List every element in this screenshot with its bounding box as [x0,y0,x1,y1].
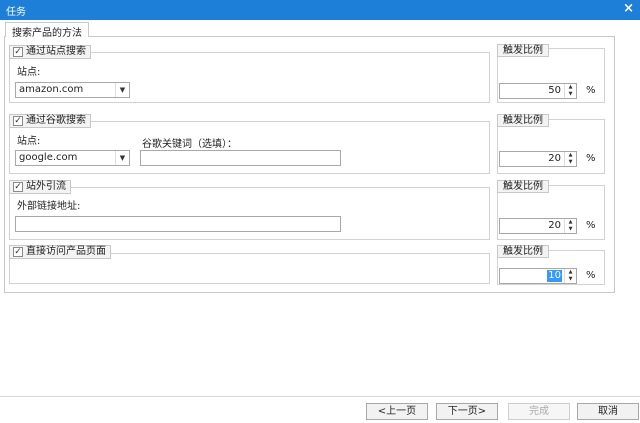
external-url-input[interactable] [15,216,341,232]
site-select[interactable]: amazon.com ▼ [15,82,130,98]
group-direct-visit-header[interactable]: ✓ 直接访问产品页面 [9,245,111,259]
chevron-down-icon[interactable]: ▼ [115,151,129,165]
finish-button[interactable]: 完成 [508,403,570,420]
ratio-unit-3: % [586,220,596,231]
group-site-search-label: 通过站点搜索 [26,46,86,57]
chevron-down-icon[interactable]: ▼ [565,91,576,98]
title-bar: 任务 × [0,0,640,20]
site-select-value: amazon.com [19,84,84,95]
checkbox-google-search[interactable]: ✓ [13,116,23,126]
ratio-label-4: 触发比例 [497,245,549,258]
chevron-down-icon[interactable]: ▼ [565,276,576,283]
ratio-value-2[interactable]: 20 [547,153,562,165]
chevron-up-icon[interactable]: ▲ [565,152,576,159]
window-title: 任务 [6,7,26,18]
ratio-unit-1: % [586,85,596,96]
ratio-stepper-2[interactable]: 20 ▲ ▼ [499,151,577,167]
group-site-search-header[interactable]: ✓ 通过站点搜索 [9,45,91,59]
next-button[interactable]: 下一页> [436,403,498,420]
group-google-search-label: 通过谷歌搜索 [26,115,86,126]
ratio-unit-4: % [586,270,596,281]
ratio-label-1: 触发比例 [497,44,549,57]
ratio-stepper-1[interactable]: 50 ▲ ▼ [499,83,577,99]
group-external-traffic-label: 站外引流 [26,181,66,192]
chevron-up-icon[interactable]: ▲ [565,84,576,91]
google-site-select[interactable]: google.com ▼ [15,150,130,166]
ratio-value-4[interactable]: 10 [547,270,562,282]
site-label: 站点: [17,67,41,78]
google-site-select-value: google.com [19,152,78,163]
ratio-label-2: 触发比例 [497,114,549,127]
ratio-value-3[interactable]: 20 [547,220,562,232]
chevron-down-icon[interactable]: ▼ [565,159,576,166]
checkbox-site-search[interactable]: ✓ [13,47,23,57]
tab-search-methods[interactable]: 搜索产品的方法 [5,22,89,39]
ratio-stepper-4[interactable]: 10 ▲ ▼ [499,268,577,284]
chevron-up-icon[interactable]: ▲ [565,269,576,276]
stepper-buttons[interactable]: ▲ ▼ [564,84,576,98]
ratio-unit-2: % [586,153,596,164]
chevron-down-icon[interactable]: ▼ [565,226,576,233]
prev-button[interactable]: <上一页 [366,403,428,420]
group-google-search [9,121,490,174]
chevron-up-icon[interactable]: ▲ [565,219,576,226]
stepper-buttons[interactable]: ▲ ▼ [564,269,576,283]
group-direct-visit-label: 直接访问产品页面 [26,246,106,257]
close-icon[interactable]: × [623,2,634,16]
ratio-value-1[interactable]: 50 [547,85,562,97]
group-external-traffic-header[interactable]: ✓ 站外引流 [9,180,71,194]
checkbox-external-traffic[interactable]: ✓ [13,182,23,192]
group-external-traffic [9,187,490,240]
chevron-down-icon[interactable]: ▼ [115,83,129,97]
stepper-buttons[interactable]: ▲ ▼ [564,219,576,233]
external-url-label: 外部链接地址: [17,201,81,212]
google-site-label: 站点: [17,136,41,147]
group-google-search-header[interactable]: ✓ 通过谷歌搜索 [9,114,91,128]
ratio-label-3: 触发比例 [497,180,549,193]
google-keyword-label: 谷歌关键词（选填）： [142,139,237,150]
ratio-stepper-3[interactable]: 20 ▲ ▼ [499,218,577,234]
stepper-buttons[interactable]: ▲ ▼ [564,152,576,166]
google-keyword-input[interactable] [140,150,341,166]
footer-divider [0,396,640,397]
cancel-button[interactable]: 取消 [577,403,639,420]
checkbox-direct-visit[interactable]: ✓ [13,247,23,257]
